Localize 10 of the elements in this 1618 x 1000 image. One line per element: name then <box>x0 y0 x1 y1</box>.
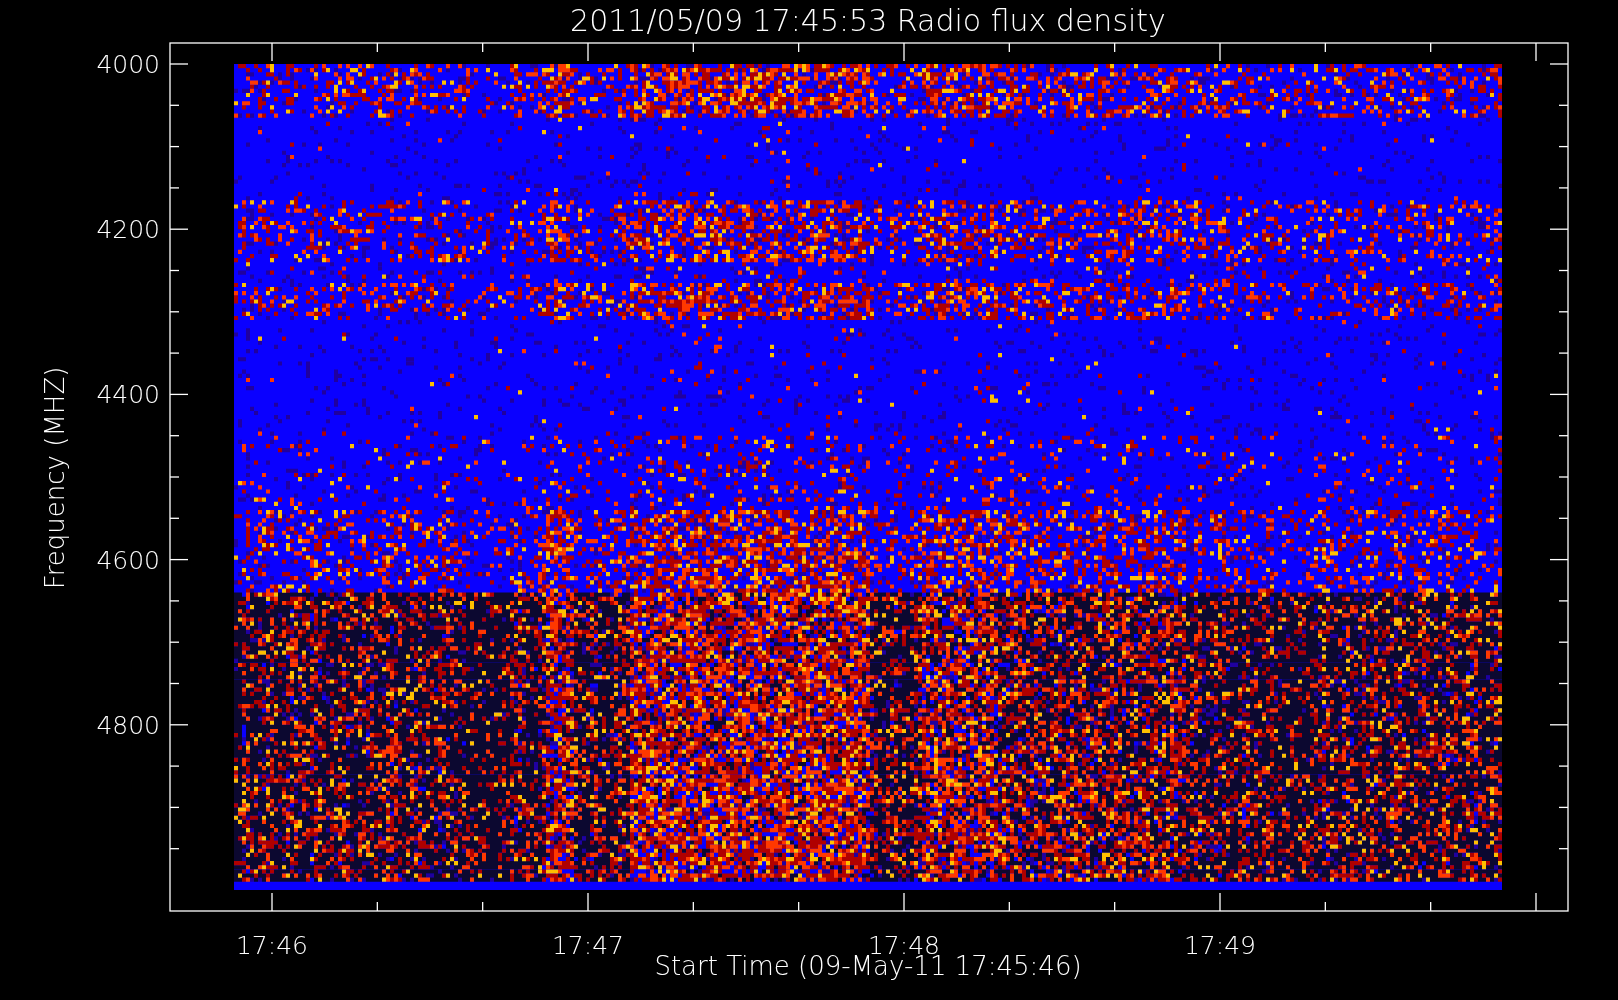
plot-title: 2011/05/09 17:45:53 Radio flux density <box>570 3 1166 38</box>
axis-tick-label: 4200 <box>96 215 160 245</box>
axis-tick-label: 4000 <box>96 50 160 79</box>
axis-tick-label: 4600 <box>96 545 160 575</box>
axis-tick-label: 4400 <box>96 380 160 410</box>
axis-tick-label: 4800 <box>96 710 160 740</box>
axis-tick-label: 17:49 <box>1184 931 1256 960</box>
axis-tick-label: 17:46 <box>236 931 308 960</box>
axis-tick-label: 17:47 <box>552 931 624 960</box>
y-axis-label: Frequency (MHZ) <box>40 366 70 590</box>
